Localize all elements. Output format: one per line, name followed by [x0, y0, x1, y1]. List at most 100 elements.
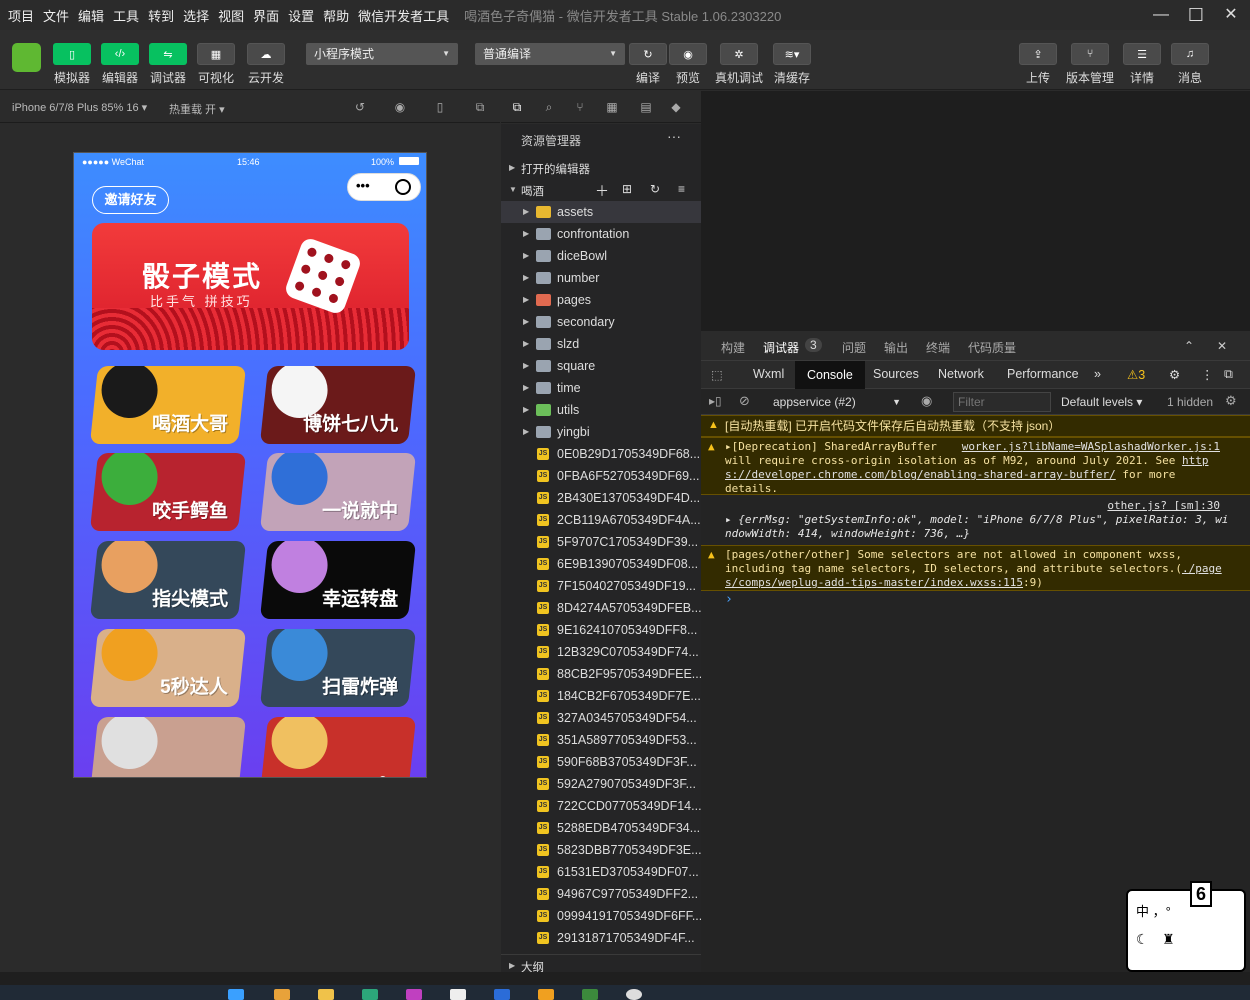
ime-widget[interactable]: 中 ，° 6 ☾ ♜ — [1126, 881, 1246, 972]
file-item[interactable]: JS 590F68B3705349DF3F... — [501, 751, 701, 773]
clear-console-icon[interactable]: ⊘ — [739, 393, 750, 409]
file-item[interactable]: JS 5823DBB7705349DF3E... — [501, 839, 702, 861]
search-icon[interactable]: ⌕ — [542, 100, 556, 114]
tab-wxml[interactable]: Wxml — [753, 367, 784, 381]
visual-button[interactable]: ▦ 可视化 — [196, 43, 236, 86]
folder-item[interactable]: ▶ assets — [501, 201, 701, 223]
rotate-icon[interactable]: ↺ — [353, 100, 367, 114]
file-item[interactable]: JS 2B430E13705349DF4D... — [501, 487, 701, 509]
version-button[interactable]: ⑂ 版本管理 — [1065, 43, 1115, 86]
app-icon[interactable] — [626, 989, 642, 1000]
collapse-icon[interactable]: ≡ — [678, 182, 685, 196]
upload-button[interactable]: ⇪ 上传 — [1018, 43, 1058, 86]
tab-build[interactable]: 构建 — [721, 339, 745, 356]
git-icon[interactable]: ⑂ — [573, 100, 587, 114]
phone-screen[interactable]: ●●●●● WeChat 15:46 100% ••• 邀请好友 骰子模式 比手… — [73, 152, 427, 778]
menu-item[interactable]: 文件 — [43, 6, 69, 25]
file-item[interactable]: JS 184CB2F6705349DF7E... — [501, 685, 701, 707]
tab-debugger[interactable]: 调试器 — [763, 339, 799, 356]
maximize-icon[interactable]: ☐ — [1184, 4, 1208, 26]
chevron-up-icon[interactable]: ⌃ — [1184, 339, 1194, 353]
extensions-icon[interactable]: ▦ — [605, 100, 619, 114]
mode-select[interactable]: 小程序模式 ▼ — [306, 43, 458, 65]
stop-icon[interactable]: ◉ — [393, 100, 407, 114]
tab-terminal[interactable]: 终端 — [926, 339, 950, 356]
capsule-menu[interactable]: ••• — [347, 173, 421, 201]
menu-item[interactable]: 工具 — [113, 6, 139, 25]
file-item[interactable]: JS 88CB2F95705349DFEE... — [501, 663, 702, 685]
app-icon[interactable] — [450, 989, 466, 1000]
dice-mode-banner[interactable]: 骰子模式 比手气 拼技巧 — [92, 223, 409, 350]
file-item[interactable]: JS 8D4274A5705349DFEB... — [501, 597, 702, 619]
file-item[interactable]: JS 5288EDB4705349DF34... — [501, 817, 701, 839]
device-debug-button[interactable]: ✲ 真机调试 — [714, 43, 764, 86]
hot-reload-select[interactable]: 热重载 开 ▾ — [169, 101, 225, 117]
wechat-devtools-icon[interactable] — [582, 989, 598, 1000]
log-link[interactable]: s/comps/weplug-add-tips-master/index.wxs… — [725, 576, 1023, 589]
new-file-icon[interactable]: ＋ — [595, 181, 609, 201]
folder-item[interactable]: ▶ confrontation — [501, 223, 701, 245]
file-item[interactable]: JS 0FBA6F52705349DF69... — [501, 465, 701, 487]
cloud-button[interactable]: ☁ 云开发 — [246, 43, 286, 86]
menu-item[interactable]: 微信开发者工具 — [358, 6, 449, 25]
file-item[interactable]: JS 5F9707C1705349DF39... — [501, 531, 701, 553]
game-card[interactable]: 扫雷炸弹 — [259, 629, 417, 707]
avatar[interactable] — [12, 43, 41, 72]
refresh-icon[interactable]: ↻ — [650, 182, 660, 196]
folder-item[interactable]: ▶ utils — [501, 399, 701, 421]
file-item[interactable]: JS 351A5897705349DF53... — [501, 729, 701, 751]
menu-item[interactable]: 设置 — [288, 6, 314, 25]
open-editors-section[interactable]: ▶ 打开的编辑器 — [501, 157, 701, 179]
file-item[interactable]: JS 6E9B1390705349DF08... — [501, 553, 701, 575]
log-source-link[interactable]: worker.js?libName=WASplashadWorker.js:1 — [962, 440, 1220, 454]
editor-button[interactable]: ‹/› 编辑器 — [100, 43, 140, 86]
close-panel-icon[interactable]: ✕ — [1217, 339, 1227, 353]
folder-item[interactable]: ▶ time — [501, 377, 701, 399]
log-link[interactable]: s://developer.chrome.com/blog/enabling-s… — [725, 468, 1116, 481]
more-icon[interactable]: ··· — [667, 128, 681, 144]
log-levels-select[interactable]: Default levels ▾ — [1061, 395, 1142, 409]
game-card[interactable]: 指尖模式 — [89, 541, 247, 619]
popout-icon[interactable]: ⧉ — [473, 100, 487, 114]
browser-icon[interactable] — [362, 989, 378, 1000]
file-item[interactable]: JS 592A2790705349DF3F... — [501, 773, 701, 795]
file-item[interactable]: JS 61531ED3705349DF07... — [501, 861, 701, 883]
game-card[interactable]: 一说就中 — [259, 453, 417, 531]
folder-item[interactable]: ▶ square — [501, 355, 701, 377]
simulator-button[interactable]: ▯ 模拟器 — [52, 43, 92, 86]
menu-item[interactable]: 项目 — [8, 6, 34, 25]
tab-console[interactable]: Console — [795, 361, 865, 389]
compile-button[interactable]: ↻ 编译 — [628, 43, 668, 86]
phone-icon[interactable]: ▯ — [433, 100, 447, 114]
new-folder-icon[interactable]: ⊞ — [622, 182, 632, 196]
invite-button[interactable]: 邀请好友 — [92, 186, 169, 214]
tab-output[interactable]: 输出 — [884, 339, 908, 356]
game-card[interactable]: 喝酒大哥 — [89, 366, 247, 444]
file-item[interactable]: JS 29131871705349DF4F... — [501, 927, 701, 949]
tab-sources[interactable]: Sources — [873, 367, 919, 381]
app-icon[interactable] — [274, 989, 290, 1000]
log-object[interactable]: ▸ {errMsg: "getSystemInfo:ok", model: "i… — [725, 513, 1250, 527]
preview-button[interactable]: ◉ 预览 — [668, 43, 708, 86]
game-card[interactable]: 5秒达人 — [89, 629, 247, 707]
file-item[interactable]: JS 327A0345705349DF54... — [501, 707, 701, 729]
app-icon[interactable] — [538, 989, 554, 1000]
debugger-button[interactable]: ⇋ 调试器 — [148, 43, 188, 86]
details-button[interactable]: ☰ 详情 — [1122, 43, 1162, 86]
tab-problems[interactable]: 问题 — [842, 339, 866, 356]
menu-item[interactable]: 帮助 — [323, 6, 349, 25]
context-select[interactable]: appservice (#2) ▼ — [765, 392, 905, 412]
log-link[interactable]: http — [1182, 454, 1209, 467]
docker-icon[interactable]: ◆ — [669, 100, 683, 114]
folder-item[interactable]: ▶ yingbi — [501, 421, 701, 443]
windows-start-icon[interactable] — [228, 989, 244, 1000]
file-item[interactable]: JS 12B329C0705349DF74... — [501, 641, 701, 663]
folder-icon[interactable] — [318, 989, 334, 1000]
project-section[interactable]: ▼ 喝酒 ＋ ⊞ ↻ ≡ — [501, 179, 701, 201]
minimize-icon[interactable]: — — [1149, 4, 1173, 26]
inspect-icon[interactable]: ⬚ — [711, 367, 723, 382]
log-source-link[interactable]: other.js? [sm]:30 — [1107, 499, 1220, 512]
game-card[interactable] — [89, 717, 247, 777]
app-icon[interactable] — [406, 989, 422, 1000]
folder-item[interactable]: ▶ secondary — [501, 311, 701, 333]
